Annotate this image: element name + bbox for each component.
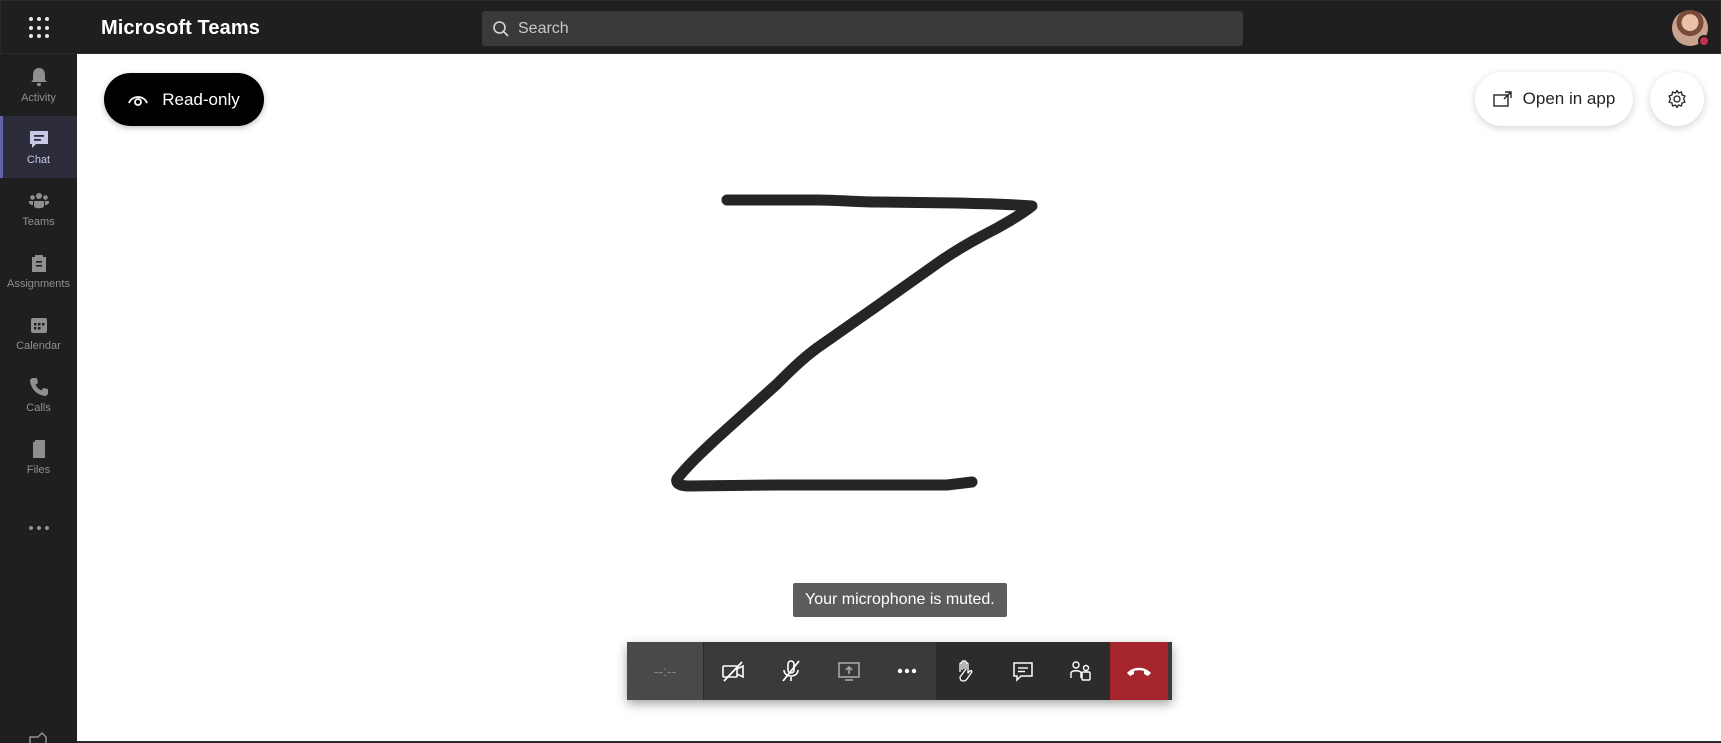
rail-label: Assignments <box>7 278 70 290</box>
bell-icon <box>30 68 47 86</box>
share-screen-button[interactable] <box>820 642 878 700</box>
whiteboard-canvas[interactable]: Read-only Open in app Your microphone is… <box>77 54 1721 743</box>
open-external-icon <box>1492 91 1512 107</box>
rail-item-teams[interactable]: Teams <box>0 178 77 240</box>
top-bar: Microsoft Teams <box>0 0 1721 54</box>
app-title: Microsoft Teams <box>101 17 260 39</box>
ink-stroke-z <box>671 194 1038 492</box>
more-icon <box>897 668 917 674</box>
show-conversation-button[interactable] <box>994 642 1052 700</box>
muted-notification: Your microphone is muted. <box>793 583 1007 617</box>
rail-label: Chat <box>26 154 51 166</box>
rail-label: Calls <box>26 402 51 414</box>
more-icon <box>28 526 33 530</box>
avatar[interactable] <box>1672 10 1710 47</box>
raise-hand-icon <box>959 660 973 682</box>
rail-item-chat[interactable]: Chat <box>0 116 77 178</box>
hang-up-button[interactable] <box>1110 642 1168 700</box>
search-bar[interactable] <box>482 11 1243 46</box>
rail-item-calls[interactable]: Calls <box>0 364 77 426</box>
app-rail: Activity Chat Teams Assignments Calendar… <box>0 54 77 743</box>
show-participants-button[interactable] <box>1052 642 1110 700</box>
call-controls-bar: --:-- <box>627 642 1172 700</box>
file-icon <box>32 440 45 458</box>
search-icon <box>493 20 509 37</box>
chat-bubble-icon <box>1013 662 1033 682</box>
gear-icon <box>1668 89 1686 109</box>
rail-item-assignments[interactable]: Assignments <box>0 240 77 302</box>
call-timer: --:-- <box>627 642 704 700</box>
eye-icon <box>128 95 149 106</box>
assignments-icon <box>31 255 46 272</box>
camera-toggle-button[interactable] <box>704 642 762 700</box>
search-input[interactable] <box>518 19 1218 38</box>
hang-up-icon <box>1127 667 1151 676</box>
raise-hand-button[interactable] <box>936 642 994 700</box>
teams-icon <box>28 193 49 209</box>
open-in-app-label: Open in app <box>1522 89 1616 108</box>
rail-label: Calendar <box>16 340 61 352</box>
open-in-app-button[interactable]: Open in app <box>1475 72 1633 126</box>
mic-toggle-button[interactable] <box>762 642 820 700</box>
rail-label: Files <box>26 464 51 476</box>
rail-item-files[interactable]: Files <box>0 426 77 488</box>
read-only-label: Read-only <box>162 89 240 109</box>
rail-label: Teams <box>22 216 55 228</box>
teams-window: Microsoft Teams Activity <box>0 0 1721 743</box>
help-icon[interactable] <box>27 731 49 743</box>
camera-off-icon <box>722 661 744 682</box>
read-only-button[interactable]: Read-only <box>104 73 264 126</box>
app-launcher-icon[interactable] <box>29 17 51 39</box>
mic-off-icon <box>782 660 800 682</box>
phone-icon <box>29 378 48 396</box>
rail-item-activity[interactable]: Activity <box>0 54 77 116</box>
presence-busy-badge <box>1698 35 1710 47</box>
participants-icon <box>1070 661 1091 681</box>
share-screen-icon <box>838 662 860 681</box>
rail-item-calendar[interactable]: Calendar <box>0 302 77 364</box>
calendar-icon <box>30 318 47 333</box>
more-apps-button[interactable] <box>0 508 77 548</box>
more-actions-button[interactable] <box>878 642 936 700</box>
rail-label: Activity <box>21 92 56 104</box>
chat-icon <box>29 131 48 148</box>
settings-button[interactable] <box>1650 72 1704 126</box>
